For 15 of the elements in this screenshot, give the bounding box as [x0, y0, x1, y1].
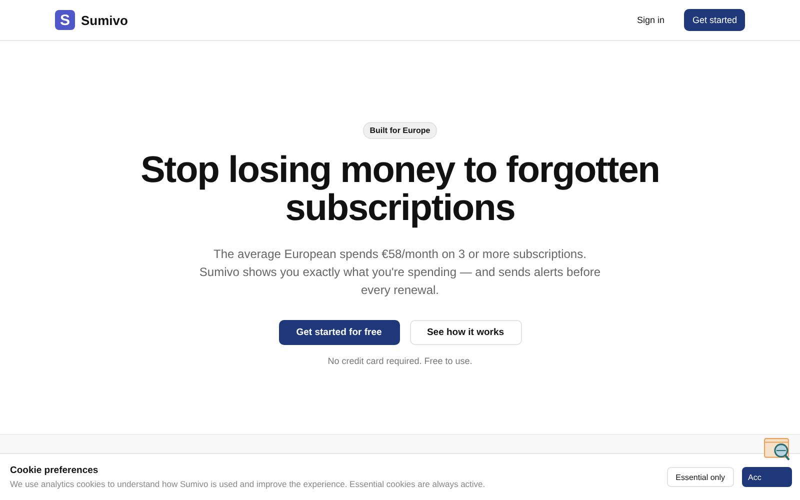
accept-button[interactable]: Acc — [742, 467, 792, 487]
browser-magnifier-icon[interactable] — [764, 438, 790, 461]
see-how-it-works-button[interactable]: See how it works — [410, 320, 522, 345]
sign-in-link[interactable]: Sign in — [636, 15, 664, 25]
cookie-title: Cookie preferences — [10, 465, 100, 476]
get-started-button[interactable]: Get started — [684, 9, 745, 31]
hero-title: Stop losing money to forgotten subscriptions — [140, 151, 660, 227]
hero-note: No credit card required. Free to use. — [328, 356, 472, 366]
logo-icon: S — [55, 10, 75, 30]
hero-subtitle: The average European spends €58/month on 3 or more subscriptions. Sumivo shows you exactly what you're spending — and sends alerts before every renewal. — [198, 246, 602, 299]
brand-name: Sumivo — [81, 12, 128, 28]
cookie-text: We use analytics cookies to understand how Sumivo is used and improve the experience. Essential cookies are always active. — [10, 479, 486, 489]
essential-only-button[interactable]: Essential only — [666, 467, 734, 487]
get-started-free-button[interactable]: Get started for free — [278, 320, 400, 345]
badge: Built for Europe — [362, 122, 438, 139]
